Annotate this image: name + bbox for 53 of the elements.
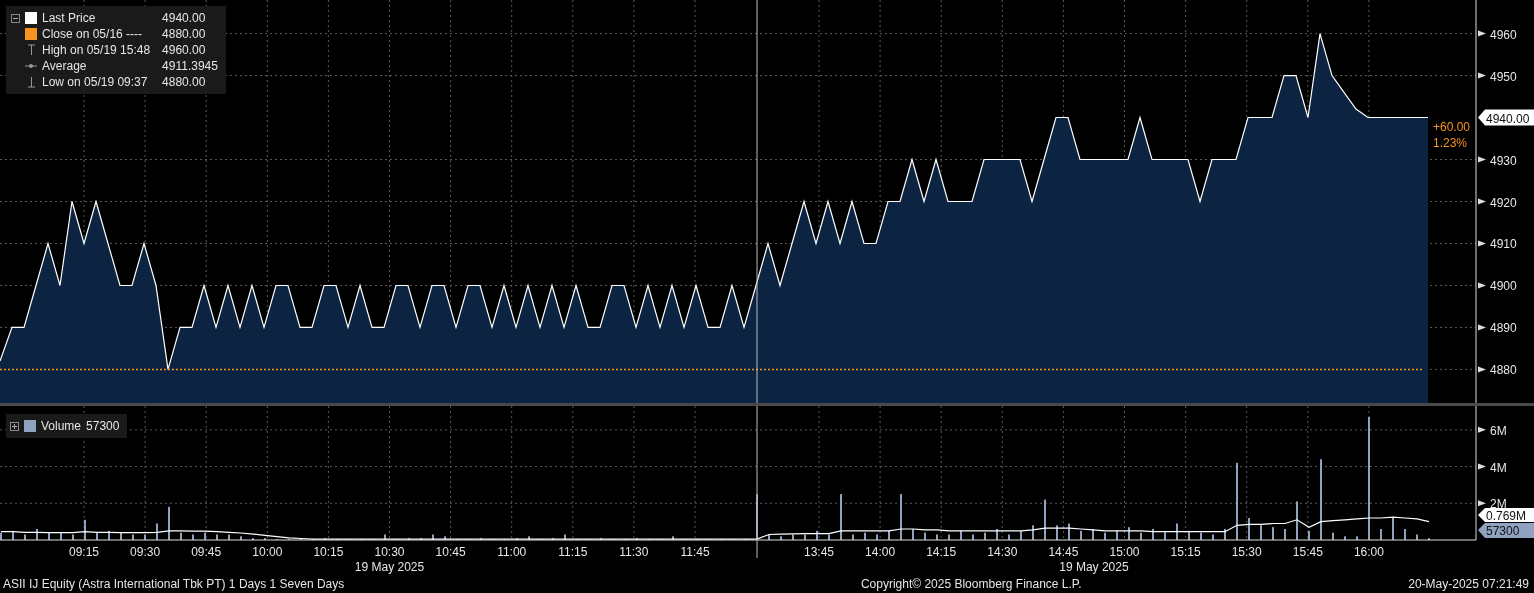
legend-label: Average bbox=[42, 58, 88, 74]
timestamp: 20-May-2025 07:21:49 bbox=[1408, 577, 1529, 591]
copyright-text: Copyright© 2025 Bloomberg Finance L.P. bbox=[860, 577, 1082, 591]
axis-label: 4890 bbox=[1490, 321, 1517, 336]
time-label: 15:30 bbox=[1231, 545, 1262, 559]
time-label: 09:30 bbox=[130, 545, 161, 559]
axis-label: 4880 bbox=[1490, 363, 1517, 378]
axis-label: 4920 bbox=[1490, 195, 1517, 210]
time-label: 14:30 bbox=[987, 545, 1018, 559]
legend-label: Low on 05/19 09:37 bbox=[42, 74, 149, 90]
legend-value: 4960.00 bbox=[161, 42, 207, 58]
time-label: 15:00 bbox=[1109, 545, 1140, 559]
axis-label: 4930 bbox=[1490, 153, 1517, 168]
legend-value: 4880.00 bbox=[161, 26, 207, 42]
time-label: 09:15 bbox=[69, 545, 99, 559]
axis-label: 4900 bbox=[1490, 279, 1517, 294]
time-label: 11:00 bbox=[497, 545, 527, 559]
axis-label: 6M bbox=[1490, 423, 1507, 438]
axis-label: 4910 bbox=[1490, 237, 1517, 252]
time-label: 10:45 bbox=[435, 545, 466, 559]
time-label: 15:15 bbox=[1170, 545, 1201, 559]
time-label: 09:45 bbox=[191, 545, 222, 559]
time-label: 14:45 bbox=[1048, 545, 1079, 559]
axis-label: 4950 bbox=[1490, 69, 1517, 84]
legend-value: 4880.00 bbox=[161, 74, 207, 90]
price-change: +60.00 bbox=[1433, 119, 1471, 134]
axis-label: 4960 bbox=[1490, 27, 1517, 42]
security-description: ASII IJ Equity (Astra International Tbk PT) 1 Days 1 Seven Days bbox=[3, 577, 345, 591]
legend-label: Volume bbox=[41, 419, 82, 433]
time-label: 11:45 bbox=[680, 545, 710, 559]
time-label: 14:00 bbox=[865, 545, 896, 559]
axis-label: 4M bbox=[1490, 460, 1507, 475]
time-label: 13:45 bbox=[804, 545, 834, 559]
legend-label: Close on 05/16 ---- bbox=[42, 26, 144, 42]
percent-change: 1.23% bbox=[1433, 135, 1468, 150]
time-label: 14:15 bbox=[926, 545, 957, 559]
legend-value: 4911.3945 bbox=[161, 58, 218, 74]
average-volume-tag: 0.769M bbox=[1478, 508, 1534, 523]
time-label: 10:15 bbox=[313, 545, 344, 559]
time-label: 10:00 bbox=[252, 545, 283, 559]
time-label: 10:30 bbox=[374, 545, 405, 559]
time-label: 11:30 bbox=[619, 545, 649, 559]
time-label: 15:45 bbox=[1292, 545, 1323, 559]
date-label: 19 May 2025 bbox=[1059, 560, 1129, 574]
time-label: 11:15 bbox=[558, 545, 588, 559]
legend-value: 57300 bbox=[86, 419, 120, 433]
legend-label: Last Price bbox=[42, 10, 97, 26]
date-label: 19 May 2025 bbox=[354, 560, 425, 574]
legend-label: High on 05/19 15:48 bbox=[42, 42, 151, 58]
last-volume-tag: 57300 bbox=[1478, 523, 1534, 538]
time-label: 16:00 bbox=[1353, 545, 1384, 559]
last-price-tag: 4940.00 bbox=[1478, 109, 1534, 126]
legend-value: 4940.00 bbox=[161, 10, 207, 26]
